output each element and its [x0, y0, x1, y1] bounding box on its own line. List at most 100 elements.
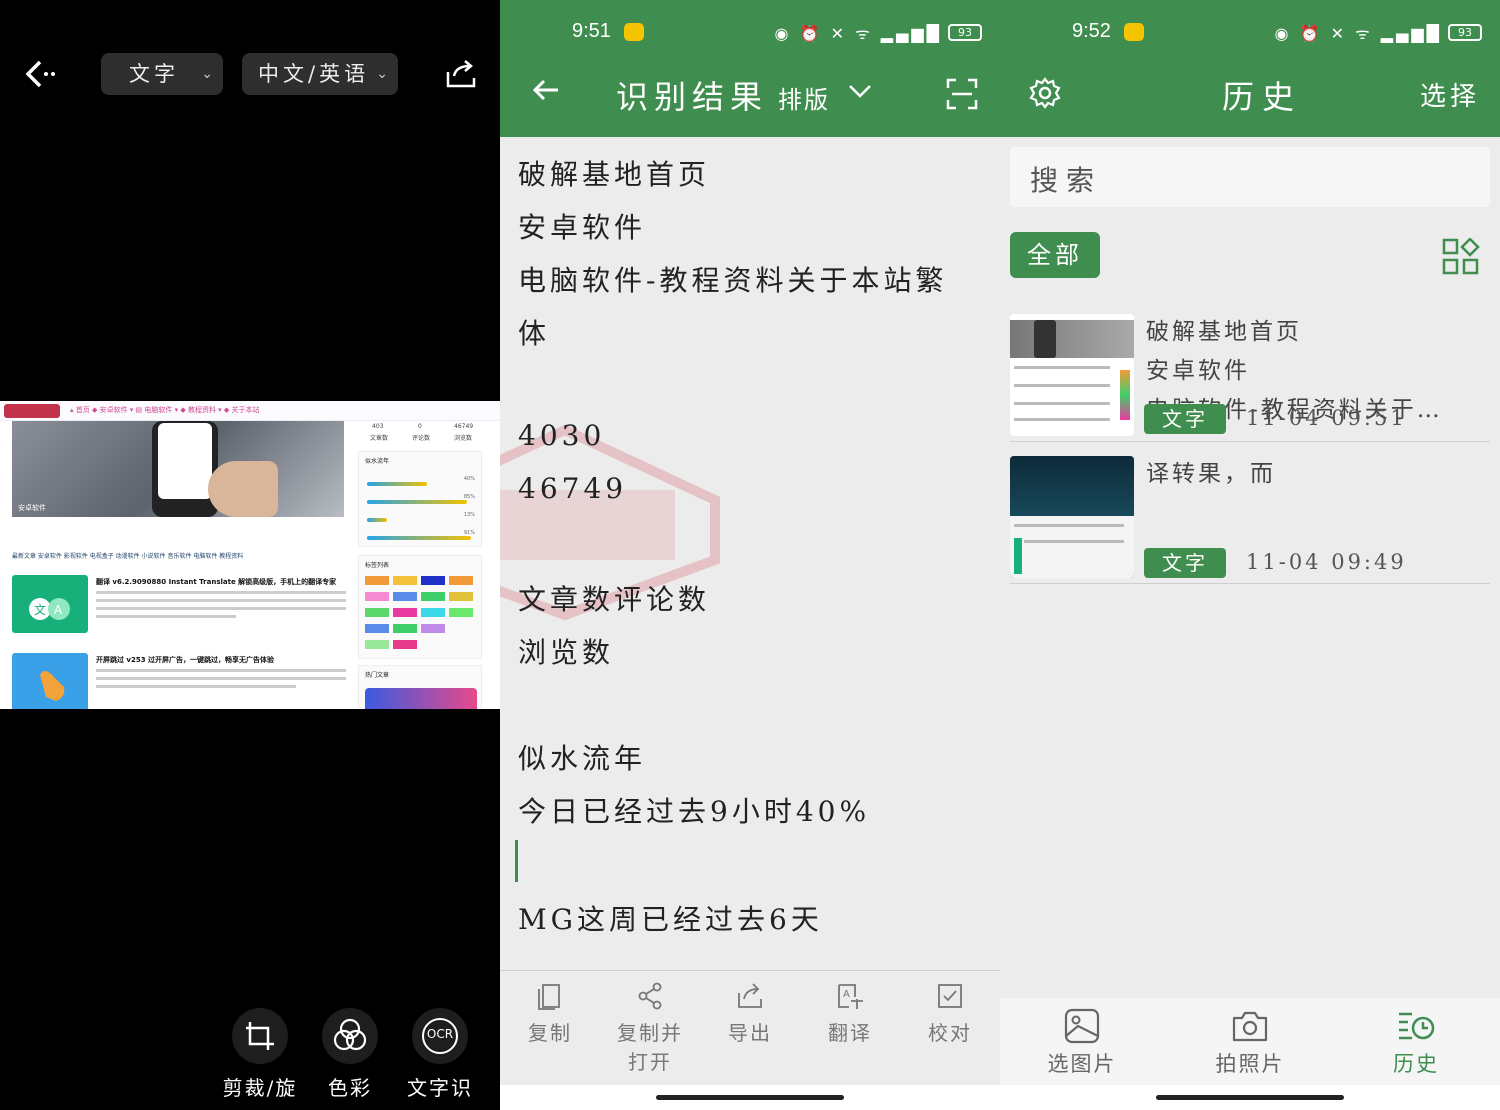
progress-bar [367, 482, 427, 486]
webpage-article: 文A 翻译 v6.2.9090880 Instant Translate 解锁高… [12, 575, 352, 637]
history-toolbar: 历史 选择 [1000, 70, 1500, 120]
tag-chip [365, 608, 389, 617]
ocr-badge: OCR [426, 1027, 454, 1041]
app-notification-icon [1124, 23, 1144, 41]
tag-chip [365, 592, 389, 601]
nav-pick-image[interactable]: 选图片 [1022, 1006, 1142, 1078]
progress-card: 似水流年 40% 85% 13% 91% [358, 451, 482, 547]
page-title: 识别结果 [616, 78, 769, 116]
nav-label: 选图片 [1047, 1052, 1117, 1076]
progress-percent: 85% [463, 494, 475, 500]
tag-chip [393, 576, 417, 585]
nav-history[interactable]: 历史 [1356, 1006, 1476, 1078]
home-indicator[interactable] [1156, 1095, 1344, 1100]
crop-rotate-tool[interactable]: 剪裁/旋 [215, 1008, 305, 1100]
progress-bar [367, 536, 471, 540]
history-text-line: 译转果，而 [1146, 461, 1276, 487]
layout-mode-dropdown[interactable]: 排版 [778, 80, 830, 115]
ocr-icon: OCR [412, 1008, 468, 1064]
mode-dropdown-value: 文字 [129, 62, 179, 86]
export-button[interactable]: 导出 [710, 981, 790, 1046]
filter-all-button[interactable]: 全部 [1010, 232, 1100, 278]
copy-open-button[interactable]: 复制并 打开 [610, 981, 690, 1075]
thumb-line [1014, 402, 1110, 405]
card-title: 似水流年 [365, 458, 390, 465]
chevron-down-icon[interactable] [846, 76, 874, 110]
article-excerpt [96, 677, 346, 680]
stat-value: 46749 [454, 423, 474, 430]
mode-dropdown[interactable]: 文字 ⌄ [101, 53, 223, 95]
history-date: 11-04 09:51 [1246, 406, 1407, 430]
camera-icon [1232, 1011, 1268, 1042]
home-indicator[interactable] [656, 1095, 844, 1100]
result-panel: 9:51 ◉ ⏰ ✕ ᯤ ▂▄▆█ 93 识别结果 排版 破解基地首页 安卓软件… [500, 0, 1000, 1110]
status-time: 9:52 [1072, 20, 1111, 42]
search-placeholder: 搜索 [1030, 164, 1103, 197]
status-bar: 9:52 ◉ ⏰ ✕ ᯤ ▂▄▆█ 93 [1000, 18, 1500, 48]
tag-list-card: 标签列表 [358, 555, 482, 659]
action-label-line2: 打开 [628, 1050, 672, 1074]
translate-button[interactable]: A 翻译 [810, 981, 890, 1046]
history-item[interactable]: 破解基地首页 安卓软件 电脑软件-教程资料关于… 文字 11-04 09:51 [1010, 312, 1490, 442]
article-excerpt [96, 591, 346, 594]
webpage-article: 开屏跳过 v253 过开屏广告，一键跳过，畅享无广告体验 [12, 653, 352, 709]
text-line: 安卓软件 [518, 211, 647, 244]
app-header: 9:52 ◉ ⏰ ✕ ᯤ ▂▄▆█ 93 历史 选择 [1000, 0, 1500, 137]
tag-chip [393, 640, 417, 649]
nav-label: 拍照片 [1215, 1052, 1285, 1076]
thumb-hero [1010, 456, 1134, 516]
app-notification-icon [624, 23, 644, 41]
status-icons: ◉ ⏰ ✕ ᯤ ▂▄▆█ [774, 24, 942, 43]
card-title: 热门文章 [365, 672, 390, 679]
phone-image [152, 421, 218, 517]
nav-label: 历史 [1393, 1052, 1439, 1076]
webpage-hero-banner: 安卓软件 [12, 421, 344, 517]
article-title: 翻译 v6.2.9090880 Instant Translate 解锁高级版，… [96, 578, 337, 586]
thumb-line [1014, 418, 1110, 421]
status-icons: ◉ ⏰ ✕ ᯤ ▂▄▆█ [1274, 24, 1442, 43]
tag-chip [449, 592, 473, 601]
text-line: 浏览数 [518, 636, 615, 669]
text-line: 似水流年 [518, 742, 647, 775]
grid-view-icon[interactable] [1442, 237, 1480, 276]
nav-take-photo[interactable]: 拍照片 [1190, 1006, 1310, 1078]
select-button[interactable]: 选择 [1420, 76, 1480, 113]
proofread-button[interactable]: 校对 [910, 981, 990, 1046]
image-icon [1064, 1008, 1100, 1044]
webpage-stats: 403 0 46749 文章数 评论数 浏览数 [356, 421, 484, 445]
stat-value: 403 [372, 423, 384, 430]
ocr-tool[interactable]: OCR 文字识 [395, 1008, 485, 1100]
text-line: 体 [518, 317, 551, 350]
tag-chip [421, 592, 445, 601]
scan-icon[interactable] [946, 78, 978, 110]
tag-chip [421, 624, 445, 633]
thumb-line [1014, 524, 1124, 527]
back-arrow-icon[interactable] [530, 74, 562, 114]
tag-chip [421, 576, 445, 585]
thumb-tags [1120, 370, 1130, 420]
article-excerpt [96, 607, 346, 610]
hand-image [208, 461, 278, 517]
color-tool[interactable]: 色彩 [305, 1008, 395, 1100]
tag-chip [365, 624, 389, 633]
camera-panel: 文字 ⌄ 中文/英语 ⌄ ▴ 首页 ◆ 安卓软件 ▾ ▤ 电脑软件 ▾ ◆ 教程… [0, 0, 500, 1110]
result-action-bar: 复制 复制并 打开 导出 A 翻译 校对 [500, 970, 1000, 1085]
history-item[interactable]: 译转果，而 文字 11-04 09:49 [1010, 454, 1490, 584]
back-icon[interactable] [22, 56, 62, 92]
hot-article-image [365, 688, 477, 709]
chevron-down-icon: ⌄ [201, 66, 213, 82]
copy-button[interactable]: 复制 [510, 981, 590, 1046]
language-dropdown[interactable]: 中文/英语 ⌄ [242, 53, 398, 95]
thumb-phone [1034, 320, 1056, 358]
search-input[interactable]: 搜索 [1010, 147, 1490, 207]
tag-chip [365, 576, 389, 585]
settings-gear-icon[interactable] [1028, 76, 1062, 110]
stat-label: 浏览数 [454, 435, 473, 442]
status-time: 9:51 [572, 20, 611, 42]
captured-webpage-image: ▴ 首页 ◆ 安卓软件 ▾ ▤ 电脑软件 ▾ ◆ 教程资料 ▾ ◆ 关于本站 安… [0, 401, 500, 709]
recognized-text-area[interactable]: 破解基地首页 安卓软件 电脑软件-教程资料关于本站繁 体 4030 46749 … [518, 143, 988, 963]
action-label: 翻译 [828, 1021, 872, 1045]
history-date: 11-04 09:49 [1246, 550, 1407, 574]
history-panel: 9:52 ◉ ⏰ ✕ ᯤ ▂▄▆█ 93 历史 选择 搜索 全部 破解基地首页 … [1000, 0, 1500, 1110]
share-icon[interactable] [444, 58, 478, 90]
